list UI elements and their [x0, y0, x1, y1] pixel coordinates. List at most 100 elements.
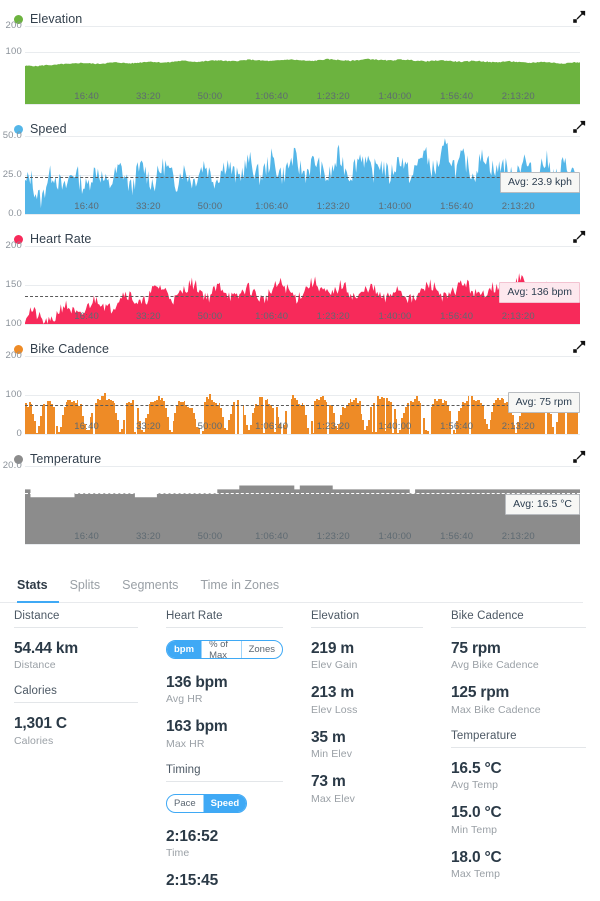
x-axis-tick-label: 2:13:20: [502, 421, 535, 432]
stat-value: 54.44 km: [14, 639, 138, 658]
x-axis-tick-label: 1:40:00: [378, 201, 411, 212]
stat-value: 2:15:45: [166, 871, 283, 890]
x-axis-tick-label: 1:23:20: [317, 421, 350, 432]
x-axis-tick-label: 33:20: [136, 91, 161, 102]
x-axis-tick-label: 1:23:20: [317, 531, 350, 542]
stat-group-elevation: Elevation 219 m Elev Gain 213 m Elev Los…: [311, 610, 423, 805]
stat-value: 219 m: [311, 639, 423, 658]
stat-value: 15.0 °C: [451, 803, 586, 822]
expand-icon[interactable]: [571, 449, 587, 465]
x-axis-tick-label: 50:00: [198, 421, 223, 432]
chart-series-bike-cadence: [25, 356, 580, 434]
gridline: [25, 324, 580, 325]
stats-column-cadence-temp: Bike Cadence 75 rpm Avg Bike Cadence 125…: [437, 610, 600, 901]
stat-group-title: Temperature: [451, 730, 586, 748]
stat-label: Avg HR: [166, 693, 283, 705]
y-axis-tick-label: 10.0: [0, 538, 22, 549]
y-axis-tick-label: 20.0: [0, 460, 22, 471]
x-axis-tick-label: 1:23:20: [317, 91, 350, 102]
chart-plot-area[interactable]: 50.025.00.016:4033:2050:001:06:401:23:20…: [0, 136, 600, 214]
x-axis-tick-label: 1:56:40: [440, 311, 473, 322]
chart-title: Heart Rate: [30, 232, 91, 246]
y-axis-tick-label: 100: [0, 389, 22, 400]
y-axis-tick-label: 150: [0, 279, 22, 290]
x-axis-tick-label: 1:06:40: [255, 531, 288, 542]
heart-rate-unit-toggle[interactable]: bpm% of MaxZones: [166, 640, 283, 659]
x-axis-tick-label: 16:40: [74, 421, 99, 432]
x-axis-tick-label: 33:20: [136, 531, 161, 542]
chart-series-elevation: [25, 26, 580, 104]
x-axis-tick-label: 16:40: [74, 201, 99, 212]
y-axis-tick-label: 100: [0, 318, 22, 329]
stat-label: Min Elev: [311, 748, 423, 760]
average-line: [25, 493, 580, 494]
x-axis-tick-label: 50:00: [198, 531, 223, 542]
activity-detail-page: Elevation2001000-10016:4033:2050:001:06:…: [0, 0, 600, 901]
stat-label: Max Elev: [311, 793, 423, 805]
stat-label: Max HR: [166, 738, 283, 750]
stat-value: 73 m: [311, 772, 423, 791]
x-axis-tick-label: 50:00: [198, 311, 223, 322]
x-axis-tick-label: 1:56:40: [440, 531, 473, 542]
stat-group-distance: Distance 54.44 km Distance: [14, 610, 138, 671]
chart-speed: Speed50.025.00.016:4033:2050:001:06:401:…: [0, 110, 600, 220]
expand-icon[interactable]: [571, 9, 587, 25]
stat-value: 125 rpm: [451, 683, 586, 702]
y-axis-tick-label: 100: [0, 46, 22, 57]
chart-title: Temperature: [30, 452, 101, 466]
stats-column-elevation: Elevation 219 m Elev Gain 213 m Elev Los…: [297, 610, 437, 901]
stat-label: Calories: [14, 735, 138, 747]
timing-unit-toggle[interactable]: PaceSpeed: [166, 794, 247, 813]
stat-label: Max Bike Cadence: [451, 704, 586, 716]
stat-group-bike-cadence: Bike Cadence 75 rpm Avg Bike Cadence 125…: [451, 610, 586, 716]
chart-series-heart-rate: [25, 246, 580, 324]
tab-splits[interactable]: Splits: [59, 572, 112, 603]
heart-rate-option-bpm[interactable]: bpm: [167, 641, 202, 658]
chart-plot-area[interactable]: 2001000-10016:4033:2050:001:06:401:23:20…: [0, 26, 600, 104]
tab-time-in-zones[interactable]: Time in Zones: [189, 572, 290, 603]
stat-label: Distance: [14, 659, 138, 671]
chart-elevation: Elevation2001000-10016:4033:2050:001:06:…: [0, 0, 600, 110]
gridline: [25, 214, 580, 215]
stat-value: 75 rpm: [451, 639, 586, 658]
chart-plot-area[interactable]: 200100016:4033:2050:001:06:401:23:201:40…: [0, 356, 600, 434]
chart-legend-bike-cadence: Bike Cadence: [14, 342, 109, 356]
stat-value: 213 m: [311, 683, 423, 702]
x-axis-tick-label: 1:40:00: [378, 531, 411, 542]
average-tooltip: Avg: 23.9 kph: [500, 172, 580, 193]
expand-icon[interactable]: [571, 229, 587, 245]
chart-plot-area[interactable]: 20.015.010.016:4033:2050:001:06:401:23:2…: [0, 466, 600, 544]
stat-group-title: Elevation: [311, 610, 423, 628]
stat-value: 35 m: [311, 728, 423, 747]
stat-group-title: Calories: [14, 685, 138, 703]
timing-option-pace[interactable]: Pace: [167, 795, 204, 812]
stat-value: 16.5 °C: [451, 759, 586, 778]
stat-label: Avg Bike Cadence: [451, 659, 586, 671]
chart-title: Bike Cadence: [30, 342, 109, 356]
chart-series-speed: [25, 136, 580, 214]
x-axis-tick-label: 1:06:40: [255, 91, 288, 102]
chart-plot-area[interactable]: 20015010016:4033:2050:001:06:401:23:201:…: [0, 246, 600, 324]
timing-option-speed[interactable]: Speed: [204, 795, 247, 812]
heart-rate-option-of-max[interactable]: % of Max: [202, 641, 242, 658]
x-axis-tick-label: 1:06:40: [255, 311, 288, 322]
expand-icon[interactable]: [571, 339, 587, 355]
x-axis-tick-label: 16:40: [74, 311, 99, 322]
gridline: [25, 434, 580, 435]
x-axis-tick-label: 1:40:00: [378, 421, 411, 432]
stat-value: 18.0 °C: [451, 848, 586, 867]
x-axis-tick-label: 16:40: [74, 91, 99, 102]
x-axis-tick-label: 33:20: [136, 421, 161, 432]
chart-legend-heart-rate: Heart Rate: [14, 232, 91, 246]
y-axis-tick-label: 0: [0, 428, 22, 439]
heart-rate-option-zones[interactable]: Zones: [242, 641, 282, 658]
stat-label: Min Temp: [451, 824, 586, 836]
chart-series-temperature: [25, 466, 580, 544]
tab-segments[interactable]: Segments: [111, 572, 189, 603]
tab-stats[interactable]: Stats: [17, 572, 59, 603]
y-axis-tick-label: 15.0: [0, 499, 22, 510]
y-axis-tick-label: 200: [0, 20, 22, 31]
stats-column-heart-rate: Heart Rate bpm% of MaxZones 136 bpm Avg …: [152, 610, 297, 901]
average-line: [25, 296, 580, 297]
expand-icon[interactable]: [571, 119, 587, 135]
